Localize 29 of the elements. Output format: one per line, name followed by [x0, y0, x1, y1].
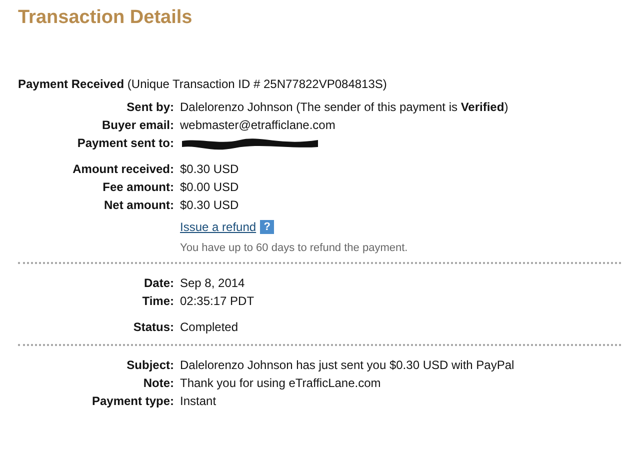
field-value: webmaster@etrafficlane.com [180, 117, 336, 134]
field-value: Completed [180, 319, 238, 336]
transaction-id: (Unique Transaction ID # 25N77822VP084813S) [127, 77, 387, 91]
field-value: Sep 8, 2014 [180, 275, 245, 292]
field-label: Status: [133, 319, 174, 336]
field-value: $0.30 USD [180, 197, 239, 214]
field-label: Note: [143, 375, 174, 392]
refund-note: You have up to 60 days to refund the payment. [180, 242, 409, 254]
field-label: Subject: [126, 357, 174, 374]
help-button[interactable]: ? [260, 220, 274, 234]
field-label: Date: [144, 275, 174, 292]
refund-link[interactable]: Issue a refund [180, 220, 256, 234]
field-label: Net amount: [104, 197, 174, 214]
field-label: Fee amount: [102, 179, 174, 196]
field-label: Buyer email: [102, 117, 174, 134]
field-value: $0.00 USD [180, 179, 239, 196]
field-label: Time: [142, 293, 174, 310]
field-value: Dalelorenzo Johnson (The sender of this payment is Verified) [180, 99, 508, 116]
field-value: $0.30 USD [180, 161, 239, 178]
field-label: Sent by: [126, 99, 174, 116]
field-label: Payment sent to: [77, 135, 174, 152]
field-label: Payment type: [92, 393, 174, 410]
field-value: Thank you for using eTrafficLane.com [180, 375, 381, 392]
field-value: Dalelorenzo Johnson has just sent you $0.30 USD with PayPal [180, 357, 514, 374]
field-value: 02:35:17 PDT [180, 293, 254, 310]
section-heading: Payment Received [18, 77, 124, 91]
field-value: Instant [180, 393, 216, 410]
field-label: Amount received: [72, 161, 174, 178]
page-title: Transaction Details [18, 6, 194, 30]
